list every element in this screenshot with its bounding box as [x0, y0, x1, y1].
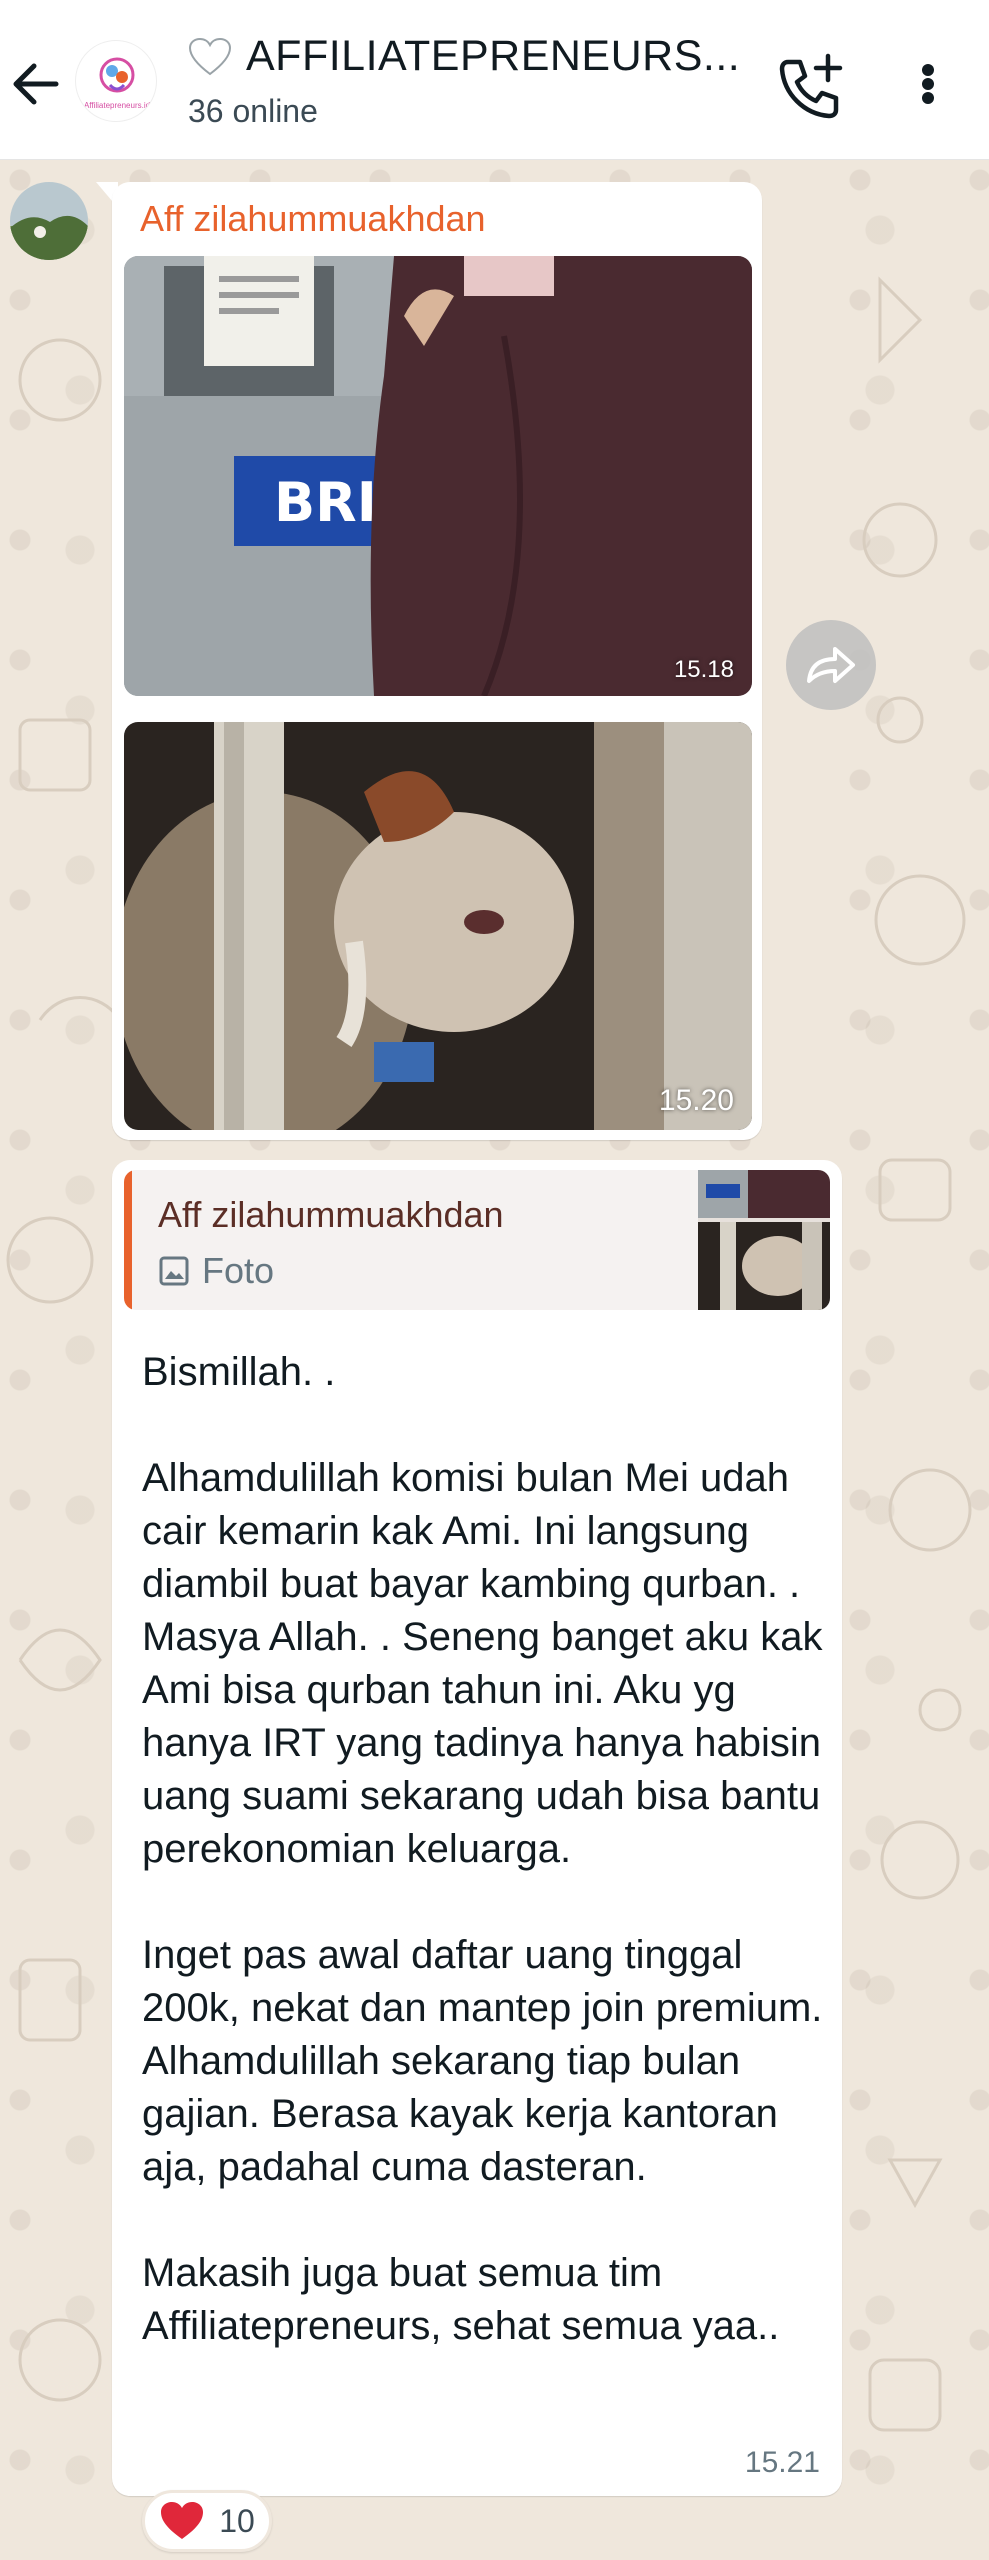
atm-photo-image: BRI	[124, 256, 752, 696]
chat-title-area[interactable]: AFFILIATEPRENEURS... 36 online	[188, 32, 748, 130]
photo-timestamp: 15.20	[658, 1084, 734, 1117]
phone-plus-icon	[779, 53, 843, 119]
online-count: 36 online	[188, 93, 318, 129]
svg-text:BRI: BRI	[274, 471, 377, 534]
photo-message-bubble: Aff zilahummuakhdan BRI 15.18 15.20	[112, 182, 762, 1140]
photo-icon	[159, 1256, 189, 1286]
photo-timestamp: 15.18	[673, 656, 734, 683]
quoted-type: Foto	[158, 1250, 274, 1292]
quoted-sender-name: Aff zilahummuakhdan	[158, 1194, 504, 1235]
chat-title: AFFILIATEPRENEURS...	[188, 32, 748, 81]
sender-avatar[interactable]	[10, 182, 88, 260]
chat-title-text: AFFILIATEPRENEURS...	[246, 32, 741, 80]
sender-avatar-image	[10, 182, 88, 260]
back-button[interactable]	[6, 44, 70, 124]
reaction-count: 10	[219, 2502, 255, 2539]
chat-header: Affiliatepreneurs.id AFFILIATEPRENEURS..…	[0, 0, 989, 160]
quoted-type-label: Foto	[202, 1250, 275, 1291]
sender-name[interactable]: Aff zilahummuakhdan	[140, 198, 486, 240]
photo-goat[interactable]: 15.20	[124, 722, 752, 1130]
forward-arrow-icon	[807, 647, 855, 683]
quoted-message[interactable]: Aff zilahummuakhdan Foto	[124, 1170, 830, 1310]
forward-button[interactable]	[786, 620, 876, 710]
quote-accent-bar	[124, 1170, 132, 1310]
group-logo-text: Affiliatepreneurs.id	[83, 101, 151, 110]
reaction-badge[interactable]: 10	[142, 2490, 272, 2552]
message-timestamp: 15.21	[744, 2446, 820, 2479]
photo-atm[interactable]: BRI 15.18	[124, 256, 752, 696]
white-heart-icon	[188, 37, 232, 75]
text-message-bubble: Aff zilahummuakhdan Foto Bismillah. . Al…	[112, 1160, 842, 2496]
quoted-thumbnail	[698, 1170, 830, 1310]
more-vertical-icon	[922, 64, 934, 104]
message-text: Bismillah. . Alhamdulillah komisi bulan …	[142, 1350, 823, 2348]
heart-icon	[161, 2502, 204, 2539]
add-call-button[interactable]	[770, 48, 850, 128]
goat-photo-image	[124, 722, 752, 1130]
more-options-button[interactable]	[900, 52, 956, 132]
group-avatar[interactable]: Affiliatepreneurs.id	[75, 40, 157, 122]
arrow-left-icon	[13, 63, 59, 105]
quoted-thumbnail-image	[698, 1170, 830, 1310]
